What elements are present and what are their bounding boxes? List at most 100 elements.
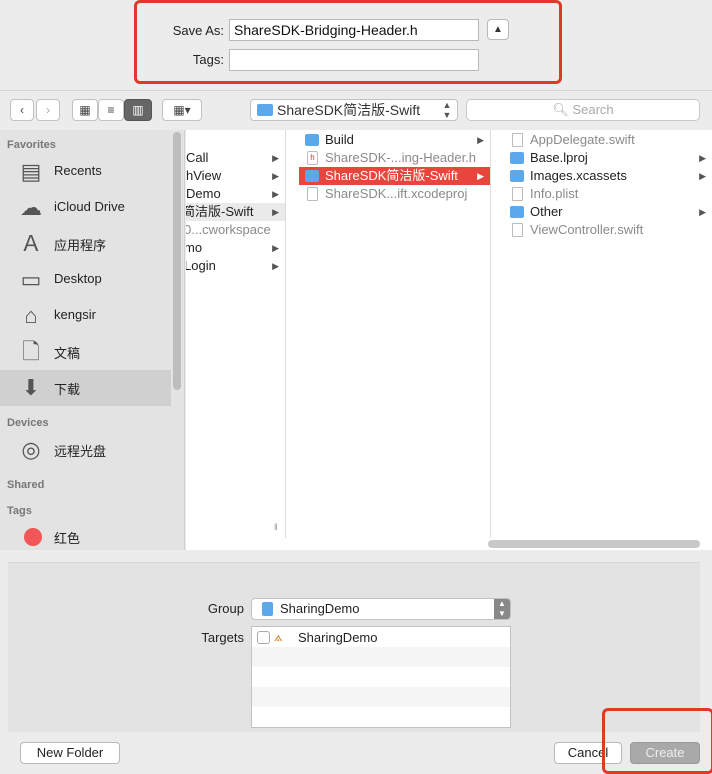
sidebar-item-tag-red[interactable]: 红色 [0,519,171,550]
targets-label: Targets [201,630,244,645]
sidebar-item-documents[interactable]: 🗋︎ 文稿 [0,334,171,370]
chevron-right-icon: › [46,103,50,117]
search-placeholder: Search [572,102,614,117]
list-item[interactable]: Call ▶ [186,149,285,167]
column-view-button[interactable]: ▥ [124,99,152,121]
sidebar-scrollbar[interactable] [173,132,181,390]
folder-icon [305,134,319,146]
sidebar-item-downloads[interactable]: ⬇ 下载 [0,370,171,406]
chevron-right-icon: ▶ [272,207,279,217]
sidebar-item-label: 文稿 [54,346,81,361]
icon-view-button[interactable]: ▦ [72,99,98,121]
highlight-box-top [134,0,562,84]
chevron-right-icon: ▶ [699,153,706,163]
empty-row [252,687,510,707]
chevron-right-icon: ▶ [272,189,279,199]
list-item[interactable]: 0...cworkspace [186,221,285,239]
chevron-right-icon: ▶ [272,171,279,181]
chevron-left-icon: ‹ [20,103,24,117]
sidebar-item-recents[interactable]: ▤ Recents [0,154,171,190]
shared-header: Shared [7,479,45,491]
sidebar-item-applications[interactable]: Ａ 应用程序 [0,226,171,262]
group-value: SharingDemo [280,601,360,616]
sidebar-item-label: kengsir [54,307,96,322]
sidebar-item-remote-disc[interactable]: ◎ 远程光盘 [0,432,171,468]
sidebar-item-label: iCloud Drive [54,199,125,214]
desktop-icon: ▭ [20,267,42,292]
search-icon: 🔍︎ [552,102,569,117]
sidebar-item-label: 下载 [54,382,81,397]
sidebar-item-label: Recents [54,163,102,178]
target-label: SharingDemo [298,630,378,645]
chevron-right-icon: ▶ [272,153,279,163]
arrange-icon: ▦▾ [173,103,191,117]
list-item[interactable]: mo▶ [186,239,285,257]
empty-row [252,647,510,667]
list-item[interactable]: h ShareSDK-...ing-Header.h [299,149,490,167]
list-item-selected[interactable]: ShareSDK简洁版-Swift ▶ [299,167,490,185]
list-item[interactable]: ShareSDK...ift.xcodeproj [299,185,490,203]
target-checkbox[interactable] [257,631,270,644]
app-target-icon: ⟑ [274,628,283,644]
folder-icon [510,152,524,164]
xcodeproj-file-icon [307,187,318,201]
list-item[interactable]: Base.lproj ▶ [504,149,712,167]
tags-header: Tags [7,505,32,517]
chevron-right-icon: ▶ [477,171,484,181]
forward-button[interactable]: › [36,99,60,121]
devices-header: Devices [7,417,49,429]
list-item[interactable]: Demo ▶ [186,185,285,203]
list-icon: ≡ [107,103,115,117]
list-item-selected[interactable]: 简洁版-Swift ▶ [186,203,285,221]
folder-icon [510,170,524,182]
list-item[interactable]: Images.xcassets ▶ [504,167,712,185]
new-folder-button[interactable]: New Folder [20,742,120,764]
disc-icon: ◎ [21,437,41,462]
path-popup[interactable]: ShareSDK简洁版-Swift ▲ ▼ [250,99,458,121]
up-down-arrows-icon: ▲ ▼ [442,100,452,120]
search-input[interactable]: 🔍︎ Search [466,99,700,121]
folder-icon [257,104,273,116]
path-label: ShareSDK简洁版-Swift [277,102,421,118]
highlight-box-bottom [602,708,712,774]
toolbar: ‹ › ▦ ≡ ▥ ▦▾ ShareSDK简洁版-Swift ▲ ▼ 🔍︎ Sea… [0,90,712,130]
up-down-arrows-icon: ▲ ▼ [494,599,510,619]
column-3: AppDelegate.swift Base.lproj ▶ Images.xca… [504,130,712,538]
documents-icon: 🗋︎ [22,339,40,364]
chevron-right-icon: ▶ [699,171,706,181]
list-item[interactable]: hView ▶ [186,167,285,185]
chevron-right-icon: ▶ [272,243,279,253]
recents-icon: ▤ [20,159,42,184]
group-popup[interactable]: SharingDemo ▲ ▼ [251,598,511,620]
list-item[interactable]: Other ▶ [504,203,712,221]
column-1: Call ▶ hView ▶ Demo ▶ 简洁版-Swift ▶ 0...cworks… [186,130,286,538]
empty-row [252,667,510,687]
sidebar: Favorites ▤ Recents ☁ iCloud Drive Ａ 应用程… [0,130,185,550]
list-item[interactable]: ViewController.swift [504,221,712,239]
home-icon: ⌂ [24,303,38,328]
chevron-right-icon: ▶ [699,207,706,217]
column-2: Build ▶ h ShareSDK-...ing-Header.h ShareSD… [299,130,491,538]
sidebar-item-icloud[interactable]: ☁ iCloud Drive [0,190,171,226]
horizontal-scrollbar[interactable] [488,540,700,548]
group-folder-icon [262,602,273,616]
sidebar-item-label: 红色 [54,531,81,546]
column-browser: Call ▶ hView ▶ Demo ▶ 简洁版-Swift ▶ 0...cworks… [186,130,712,550]
column-resize-handle[interactable]: ‖ [274,522,278,532]
swift-file-icon [512,223,523,237]
arrange-button[interactable]: ▦▾ [162,99,202,121]
chevron-right-icon: ▶ [272,261,279,271]
list-item[interactable]: AppDelegate.swift [504,131,712,149]
save-as-panel: Save As: ShareSDK-Bridging-Header.h ▲ Ta… [0,0,712,90]
list-item[interactable]: Build ▶ [299,131,490,149]
target-row[interactable]: ⟑ SharingDemo [252,627,510,647]
back-button[interactable]: ‹ [10,99,34,121]
favorites-header: Favorites [7,139,56,151]
list-item[interactable]: Info.plist [504,185,712,203]
header-file-icon: h [307,151,318,165]
sidebar-item-desktop[interactable]: ▭ Desktop [0,262,171,298]
list-item[interactable]: Login ▶ [186,257,285,275]
folder-icon [510,206,524,218]
sidebar-item-home[interactable]: ⌂ kengsir [0,298,171,334]
list-view-button[interactable]: ≡ [98,99,124,121]
